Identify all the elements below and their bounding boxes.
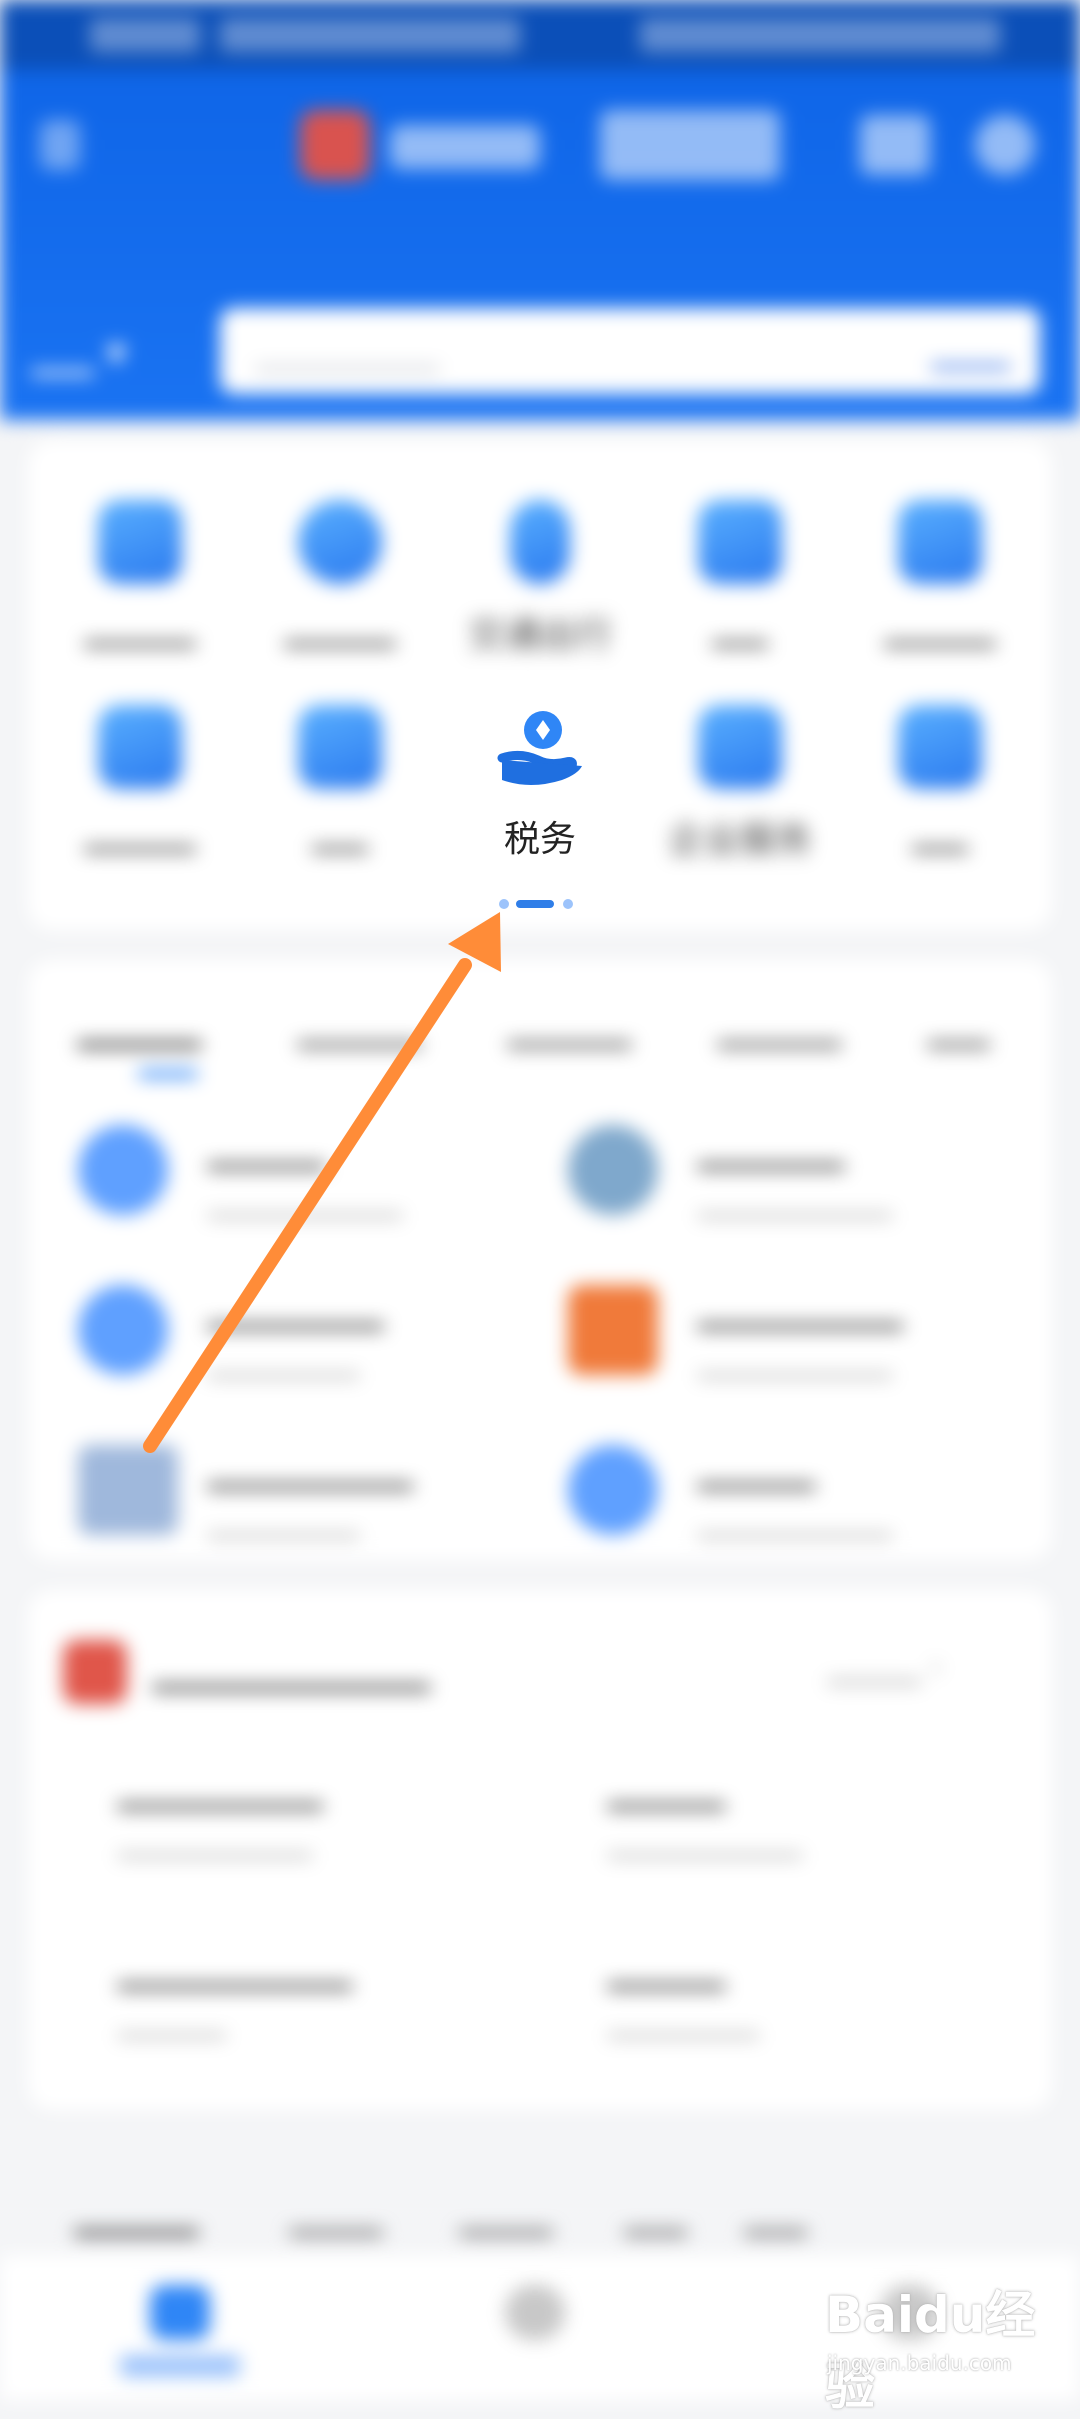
topic-item-title: ▁▁▁▁▁▁▁ <box>118 1765 323 1809</box>
status-bar <box>0 0 1080 70</box>
nav-home-icon[interactable] <box>150 2285 210 2340</box>
search-icon <box>568 1445 658 1535</box>
grid-item-traffic[interactable]: 交通出行 <box>440 500 640 680</box>
grid-item-label: ▁▁▁▁ <box>84 606 196 647</box>
grid-item-label: ▁▁▁▁ <box>84 811 196 852</box>
service-title: ▁▁▁▁▁ <box>698 1125 845 1169</box>
card-icon <box>78 1445 178 1535</box>
watermark-url: jingyan.baidu.com <box>827 2351 1012 2375</box>
globe-icon <box>298 500 382 584</box>
page-dot <box>563 899 573 909</box>
tab[interactable]: ▁▁▁▁ <box>718 1002 841 1048</box>
grid-item[interactable]: ▁▁ <box>640 500 840 680</box>
badge-icon <box>98 705 182 789</box>
person-icon <box>298 705 382 789</box>
app-logo <box>300 110 370 180</box>
topic-item-desc: ▁▁▁▁▁ <box>118 2005 226 2038</box>
topic-item-title: ▁▁▁▁▁▁▁▁ <box>118 1945 352 1989</box>
topic-item-title: ▁▁▁▁ <box>608 1765 725 1809</box>
service-desc: ▁▁▁▁▁▁▁▁▁ <box>208 1185 402 1218</box>
tab-active[interactable]: ▁▁▁▁ <box>78 1002 201 1048</box>
grid-item-label: ▁▁▁▁ <box>284 606 396 647</box>
folder-icon <box>898 500 982 584</box>
traffic-icon <box>510 500 570 584</box>
service-title: ▁▁▁▁▁▁▁ <box>698 1285 903 1329</box>
home-icon <box>698 500 782 584</box>
document-icon <box>698 705 782 789</box>
section-tab[interactable]: ▁▁ <box>625 2190 687 2236</box>
hand-holding-tax-icon <box>497 711 582 785</box>
topic-item-desc: ▁▁▁▁▁▁▁▁▁ <box>118 1825 312 1858</box>
status-bar-carrier <box>90 18 200 52</box>
section-tab-active[interactable]: ▁▁▁▁ <box>75 2190 198 2236</box>
search-placeholder: ▁▁▁▁▁▁▁ <box>256 332 440 372</box>
nav-home-label <box>120 2355 240 2377</box>
grid-item-label: ▁▁ <box>912 811 968 852</box>
topic-item-desc: ▁▁▁▁▁▁▁ <box>608 2005 759 2038</box>
grid-item-label: 企业服务 <box>667 820 812 861</box>
service-title: ▁▁▁▁▁▁▁ <box>208 1445 413 1489</box>
message-icon[interactable] <box>860 115 930 175</box>
page-dot-active <box>516 900 554 908</box>
tab[interactable]: ▁▁ <box>928 1002 990 1048</box>
app-header: ▁▁ ▾ ▁▁▁▁▁▁▁ ▁▁▁ <box>0 0 1080 420</box>
baidu-watermark: Baidu经验 jingyan.baidu.com <box>825 2255 1065 2416</box>
document-icon <box>568 1285 658 1375</box>
service-desc: ▁▁▁▁▁▁▁▁▁ <box>698 1185 892 1218</box>
app-name-block <box>390 125 540 169</box>
service-desc: ▁▁▁▁▁▁▁▁▁ <box>698 1505 892 1538</box>
topic-logo <box>63 1640 127 1704</box>
service-desc: ▁▁▁▁▁▁▁ <box>208 1345 359 1378</box>
tab[interactable]: ▁▁▁▁ <box>298 1002 421 1048</box>
page-indicator <box>499 899 573 909</box>
section-tab[interactable]: ▁▁ <box>745 2190 807 2236</box>
tax-label: 税务 <box>503 819 576 860</box>
service-title: ▁▁▁▁ <box>208 1125 325 1169</box>
service-title: ▁▁▁▁ <box>698 1445 815 1489</box>
house-icon <box>898 705 982 789</box>
profile-icon[interactable] <box>975 115 1035 175</box>
nav-service-icon[interactable] <box>505 2285 565 2340</box>
person-icon <box>78 1125 168 1215</box>
grid-item-enterprise[interactable]: 企业服务 <box>640 705 840 885</box>
section-tab[interactable]: ▁▁▁ <box>290 2190 382 2236</box>
grid-item[interactable]: ▁▁ <box>840 705 1040 885</box>
topic-card: ▁▁▁▁▁▁▁▁▁ ▁▁▁▁ › ▁▁▁▁▁▁▁ ▁▁▁▁▁▁▁▁▁ ▁▁▁▁ ▁▁… <box>28 1590 1052 2110</box>
tab[interactable]: ▁▁▁▁ <box>508 1002 631 1048</box>
home-icon <box>78 1285 168 1375</box>
grid-item[interactable]: ▁▁▁▁ <box>40 500 240 680</box>
watermark-brand: Baidu经验 <box>825 2286 1036 2416</box>
grid-item-label: ▁▁ <box>312 811 368 852</box>
grid-item[interactable]: ▁▁ <box>240 705 440 885</box>
topic-more[interactable]: ▁▁▁▁ › <box>828 1650 942 1685</box>
grid-item[interactable]: ▁▁▁▁ <box>840 500 1040 680</box>
tab-indicator <box>138 1070 198 1078</box>
page-dot <box>499 899 509 909</box>
grid-item-label: ▁▁▁▁ <box>884 606 996 647</box>
search-button[interactable]: ▁▁▁ <box>932 330 1010 370</box>
topic-item-title: ▁▁▁▁ <box>608 1945 725 1989</box>
globe-icon <box>568 1125 658 1215</box>
grid-item[interactable]: ▁▁▁▁ <box>240 500 440 680</box>
featured-services-card: ▁▁▁▁ ▁▁▁▁ ▁▁▁▁ ▁▁▁▁ ▁▁ ▁▁▁▁ ▁▁▁▁▁▁▁▁▁ ▁▁▁… <box>28 960 1052 1560</box>
topic-item-desc: ▁▁▁▁▁▁▁▁▁ <box>608 1825 802 1858</box>
grid-item-label: ▁▁ <box>712 606 768 647</box>
back-icon[interactable] <box>40 120 80 170</box>
status-bar-right <box>640 18 1000 52</box>
grid-item-label: 交通出行 <box>467 615 612 656</box>
city-selector[interactable]: ▁▁ ▾ <box>32 330 126 376</box>
grid-item-tax[interactable]: 税务 <box>440 700 640 880</box>
service-title: ▁▁▁▁▁▁ <box>208 1285 384 1329</box>
status-bar-network <box>220 18 520 52</box>
service-desc: ▁▁▁▁▁▁▁ <box>208 1505 359 1538</box>
header-banner <box>600 110 780 180</box>
topic-title: ▁▁▁▁▁▁▁▁▁ <box>153 1645 430 1691</box>
search-input[interactable]: ▁▁▁▁▁▁▁ ▁▁▁ <box>220 308 1040 394</box>
grid-item[interactable]: ▁▁▁▁ <box>40 705 240 885</box>
shield-icon <box>98 500 182 584</box>
section-tab[interactable]: ▁▁▁ <box>460 2190 552 2236</box>
blurred-app-background: ▁▁ ▾ ▁▁▁▁▁▁▁ ▁▁▁ ▁▁▁▁ ▁▁▁▁ 交通出行 ▁▁ ▁▁▁▁ … <box>0 0 1080 2400</box>
service-desc: ▁▁▁▁▁▁▁▁▁ <box>698 1345 892 1378</box>
